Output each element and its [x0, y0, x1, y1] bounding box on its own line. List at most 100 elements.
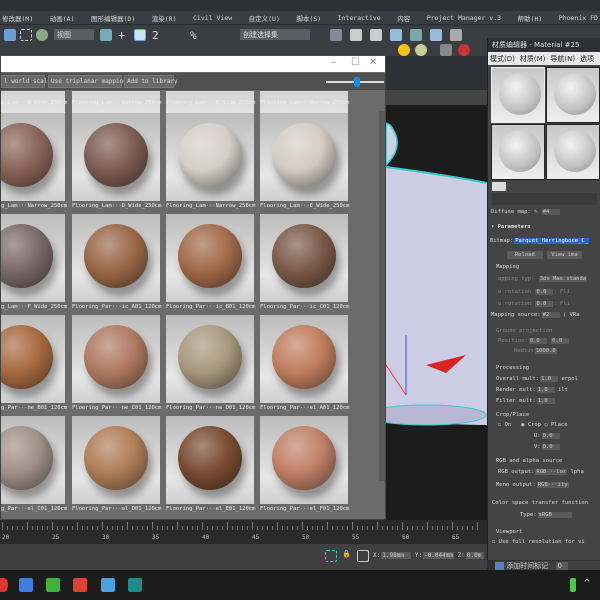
mono-output-dropdown[interactable]: RGB···ity — [536, 482, 569, 488]
mapping-source-field[interactable]: #2 — [541, 312, 560, 318]
selection-set-dropdown[interactable]: 创建选择集 — [240, 29, 310, 40]
material-tile[interactable] — [72, 416, 160, 504]
menu-item[interactable]: 渲染(R) — [152, 13, 177, 23]
select-region-icon[interactable] — [20, 29, 32, 41]
material-tile[interactable] — [166, 113, 254, 201]
material-tile[interactable] — [260, 214, 348, 302]
overall-mult-field[interactable]: 1.0 — [540, 376, 559, 382]
move-icon[interactable]: + — [118, 29, 130, 41]
full-resolution-checkbox[interactable]: Use full resolution for vi — [499, 539, 585, 545]
menu-item[interactable]: Phoenix FD — [559, 14, 598, 22]
material-tile[interactable] — [1, 214, 65, 302]
sample-slot[interactable] — [491, 124, 545, 180]
material-editor-icon[interactable] — [430, 29, 442, 41]
sample-slot[interactable] — [546, 67, 600, 123]
opera-icon[interactable] — [0, 578, 8, 592]
menu-item[interactable]: 修改器(M) — [2, 13, 33, 23]
v-field[interactable]: 0.0 — [541, 444, 560, 450]
camtasia-green-icon[interactable] — [46, 578, 60, 592]
diffuse-map-value[interactable]: #4 — [541, 209, 560, 215]
world-scale-button[interactable]: l world scale — [1, 75, 51, 88]
3dsmax-icon[interactable] — [128, 578, 142, 592]
mirror-icon[interactable] — [330, 29, 342, 41]
selection-icon[interactable] — [325, 550, 337, 562]
y-coordinate-field[interactable]: -0.044mm — [423, 552, 454, 559]
menu-item[interactable]: 帮助(H) — [518, 13, 543, 23]
material-tile[interactable] — [260, 315, 348, 403]
lock-icon[interactable]: 🔒 — [342, 550, 354, 562]
percent-snap-icon[interactable]: % — [190, 29, 202, 42]
render-mult-field[interactable]: 1.0 — [536, 387, 555, 393]
bird-app-icon[interactable] — [19, 578, 33, 592]
snap-icon[interactable] — [100, 29, 112, 41]
material-tile[interactable] — [166, 315, 254, 403]
material-tile[interactable] — [166, 416, 254, 504]
particles-icon[interactable] — [440, 44, 452, 56]
render-setup-icon[interactable] — [450, 29, 462, 41]
remote-desktop-icon[interactable] — [101, 578, 115, 592]
schematic-icon[interactable] — [390, 29, 402, 41]
menu-mode[interactable]: 模式(D) — [490, 55, 515, 63]
menu-item[interactable]: Civil View — [193, 14, 232, 22]
crop-on-checkbox[interactable]: On — [505, 422, 512, 428]
menu-item[interactable]: 内容 — [397, 13, 410, 23]
menu-item[interactable]: 脚本(S) — [296, 13, 321, 23]
chevron-up-icon[interactable]: ^ — [584, 578, 594, 592]
sun-icon[interactable] — [398, 44, 410, 56]
material-tile[interactable] — [72, 214, 160, 302]
minimize-button[interactable]: – — [331, 57, 336, 68]
sample-slot[interactable] — [546, 124, 600, 180]
molecule-icon[interactable] — [458, 44, 470, 56]
add-time-tag[interactable]: 添加时间标记 — [506, 562, 548, 570]
angle-snap-icon[interactable]: 2 — [152, 29, 164, 42]
browser-title-bar[interactable]: – ☐ ✕ — [1, 56, 385, 72]
camtasia-red-icon[interactable] — [73, 578, 87, 592]
x-coordinate-field[interactable]: 1.98mm — [381, 552, 412, 559]
material-tile[interactable] — [72, 315, 160, 403]
timeline[interactable]: 20 25 30 35 40 45 50 55 60 65 — [0, 520, 487, 544]
bitmap-path[interactable]: Parquet_Herringbone_C_ — [514, 238, 590, 244]
crop-radio[interactable]: Crop — [528, 422, 541, 428]
v-rotation-field[interactable]: 0.0 — [535, 301, 554, 307]
position-field[interactable]: 0.0 — [528, 338, 547, 344]
material-tile[interactable] — [166, 214, 254, 302]
thumbnail-size-slider[interactable] — [326, 77, 384, 87]
reload-button[interactable]: Reload — [507, 251, 543, 259]
maximize-button[interactable]: ☐ — [351, 57, 360, 68]
viewport[interactable] — [386, 105, 487, 520]
absolute-mode-icon[interactable] — [357, 550, 369, 562]
slider-handle[interactable] — [354, 77, 360, 87]
menu-navigation[interactable]: 导航(N) — [550, 55, 575, 63]
menu-item[interactable]: 动画(A) — [50, 13, 75, 23]
material-tile[interactable] — [1, 315, 65, 403]
light-icon[interactable] — [415, 44, 427, 56]
undo-icon[interactable] — [4, 29, 16, 41]
mapping-type-dropdown[interactable]: 3ds Max standa — [538, 276, 588, 282]
material-tile[interactable] — [72, 113, 160, 201]
link-icon[interactable] — [36, 29, 48, 41]
ribbon-icon[interactable] — [370, 29, 382, 41]
add-to-library-button[interactable]: Add to library — [124, 75, 178, 88]
radius-field[interactable]: 1000.0 — [534, 348, 557, 354]
frame-field[interactable]: 0 — [556, 562, 569, 570]
slot-scroll-left[interactable] — [492, 182, 506, 191]
material-tile[interactable] — [260, 113, 348, 201]
place-radio[interactable]: Place — [551, 422, 568, 428]
browser-scrollbar[interactable] — [379, 111, 385, 481]
rgb-output-dropdown[interactable]: RGB···lor — [535, 469, 568, 475]
flip-u[interactable]: : Fli — [553, 289, 570, 295]
triplanar-mapping-button[interactable]: Use triplanar mapping — [48, 75, 127, 88]
flip-v[interactable]: : Fli — [553, 301, 570, 307]
curve-editor-icon[interactable] — [410, 29, 422, 41]
material-tile[interactable] — [260, 416, 348, 504]
menu-item[interactable]: 图形编辑器(D) — [91, 13, 135, 23]
u-field[interactable]: 0.0 — [541, 433, 560, 439]
u-rotation-field[interactable]: 0.0 — [535, 289, 554, 295]
type-dropdown[interactable]: sRGB — [537, 512, 572, 518]
menu-item[interactable]: Interactive — [338, 14, 381, 22]
menu-item[interactable]: 自定义(U) — [249, 13, 280, 23]
view-image-button[interactable]: View ima — [547, 251, 582, 259]
menu-options[interactable]: 选项 — [580, 55, 594, 63]
sample-slot[interactable] — [491, 67, 545, 123]
view-dropdown[interactable]: 视图 — [54, 29, 94, 40]
